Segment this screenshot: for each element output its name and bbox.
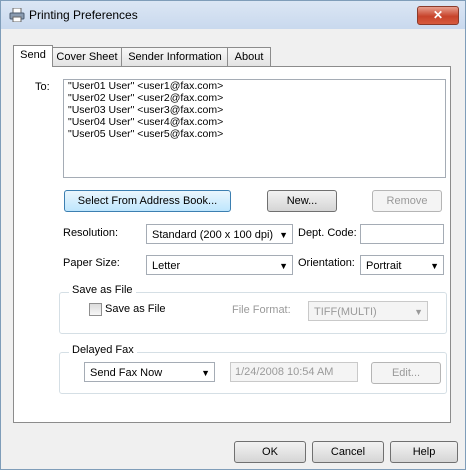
chevron-down-icon: ▼	[279, 230, 288, 240]
recipient-list[interactable]: "User01 User" <user1@fax.com> "User02 Us…	[63, 79, 446, 178]
chevron-down-icon: ▼	[414, 307, 423, 317]
paper-size-label: Paper Size:	[63, 257, 120, 269]
file-format-label: File Format:	[232, 304, 291, 316]
close-icon: ✕	[432, 8, 444, 22]
delayed-fax-mode-dropdown[interactable]: Send Fax Now ▼	[84, 362, 215, 382]
dept-code-label: Dept. Code:	[298, 227, 357, 239]
paper-size-value: Letter	[152, 260, 181, 272]
window-title: Printing Preferences	[29, 8, 138, 22]
tab-sender-information[interactable]: Sender Information	[121, 47, 229, 66]
select-from-address-book-button[interactable]: Select From Address Book...	[64, 190, 231, 212]
list-item[interactable]: "User03 User" <user3@fax.com>	[64, 104, 445, 116]
edit-button[interactable]: Edit...	[371, 362, 441, 384]
tab-about[interactable]: About	[227, 47, 271, 66]
ok-button[interactable]: OK	[234, 441, 306, 463]
paper-size-dropdown[interactable]: Letter ▼	[146, 255, 293, 275]
list-item[interactable]: "User04 User" <user4@fax.com>	[64, 116, 445, 128]
resolution-dropdown[interactable]: Standard (200 x 100 dpi) ▼	[146, 224, 293, 244]
close-button[interactable]: ✕	[417, 6, 459, 25]
list-item[interactable]: "User05 User" <user5@fax.com>	[64, 128, 445, 140]
chevron-down-icon: ▼	[430, 261, 439, 271]
list-item[interactable]: "User02 User" <user2@fax.com>	[64, 92, 445, 104]
orientation-label: Orientation:	[298, 257, 355, 269]
help-button[interactable]: Help	[390, 441, 458, 463]
chevron-down-icon: ▼	[201, 368, 210, 378]
delayed-fax-group-title: Delayed Fax	[69, 344, 137, 356]
cancel-button[interactable]: Cancel	[312, 441, 384, 463]
file-format-value: TIFF(MULTI)	[314, 306, 377, 318]
orientation-value: Portrait	[366, 260, 402, 272]
new-button[interactable]: New...	[267, 190, 337, 212]
delayed-fax-datetime-field[interactable]: 1/24/2008 10:54 AM	[230, 362, 358, 382]
resolution-value: Standard (200 x 100 dpi)	[152, 229, 274, 241]
dept-code-field[interactable]	[360, 224, 444, 244]
resolution-label: Resolution:	[63, 227, 119, 239]
to-label: To:	[35, 81, 50, 93]
delayed-fax-mode-value: Send Fax Now	[90, 367, 163, 379]
file-format-dropdown[interactable]: TIFF(MULTI) ▼	[308, 301, 428, 321]
title-bar: Printing Preferences ✕	[1, 1, 465, 29]
list-item[interactable]: "User01 User" <user1@fax.com>	[64, 80, 445, 92]
save-as-file-checkbox[interactable]	[89, 303, 102, 316]
remove-button[interactable]: Remove	[372, 190, 442, 212]
tab-send[interactable]: Send	[13, 45, 53, 67]
tab-cover-sheet[interactable]: Cover Sheet	[51, 47, 123, 66]
save-as-file-group-title: Save as File	[69, 284, 136, 296]
save-as-file-checkbox-label[interactable]: Save as File	[105, 303, 166, 315]
printer-icon	[9, 8, 25, 22]
orientation-dropdown[interactable]: Portrait ▼	[360, 255, 444, 275]
chevron-down-icon: ▼	[279, 261, 288, 271]
printing-preferences-window: Printing Preferences ✕ Send Cover Sheet …	[0, 0, 466, 470]
